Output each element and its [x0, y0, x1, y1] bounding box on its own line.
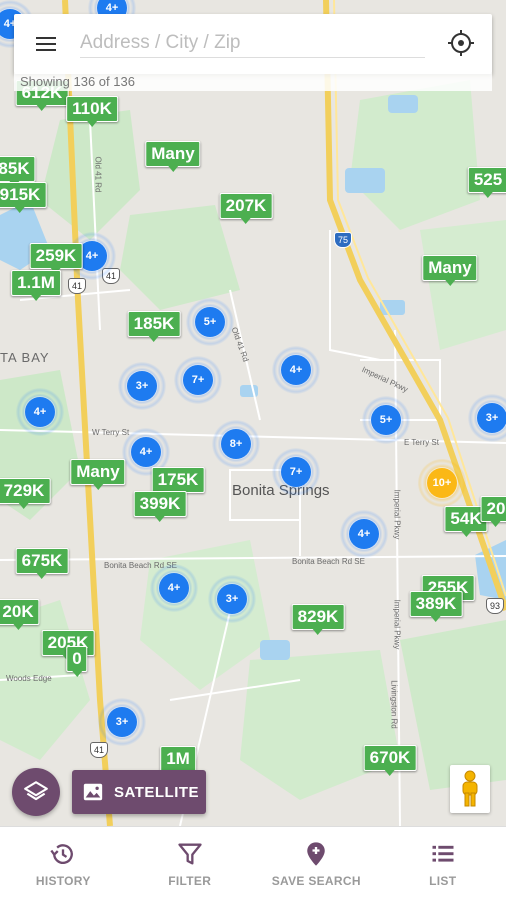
price-marker[interactable]: 829K — [291, 604, 345, 635]
nav-save-search[interactable]: SAVE SEARCH — [253, 827, 380, 900]
results-count: Showing 136 of 136 — [14, 73, 492, 91]
history-icon — [50, 843, 74, 864]
area-label: TA BAY — [0, 350, 50, 365]
price-marker[interactable]: 389K — [409, 591, 463, 622]
cluster-marker[interactable]: 3+ — [98, 698, 146, 746]
nav-history[interactable]: HISTORY — [0, 827, 127, 900]
price-marker[interactable]: 185K — [127, 311, 181, 342]
nav-label: HISTORY — [35, 873, 91, 888]
list-icon — [432, 845, 454, 862]
nav-label: LIST — [429, 873, 457, 888]
cluster-marker[interactable]: 4+ — [272, 346, 320, 394]
price-marker[interactable]: 729K — [0, 478, 51, 509]
price-marker[interactable]: Many — [70, 459, 126, 490]
nav-list[interactable]: LIST — [380, 827, 506, 900]
cluster-marker-orange[interactable]: 10+ — [418, 459, 466, 507]
price-marker[interactable]: 670K — [363, 745, 417, 776]
filter-icon — [178, 843, 202, 864]
cluster-marker[interactable]: 4+ — [16, 388, 64, 436]
road-label: Livingston Rd — [389, 680, 399, 729]
us-41-shield: 41 — [90, 742, 108, 758]
layers-button[interactable] — [12, 768, 60, 816]
price-marker[interactable]: 525 — [467, 167, 506, 198]
price-marker[interactable]: 1.1M — [11, 270, 61, 301]
cluster-marker[interactable]: 8+ — [212, 420, 260, 468]
search-input[interactable] — [80, 28, 425, 58]
price-marker[interactable]: 110K — [66, 96, 118, 127]
search-bar — [14, 14, 492, 74]
price-marker[interactable]: 20 — [480, 496, 506, 527]
cluster-marker[interactable]: 3+ — [118, 362, 166, 410]
price-marker[interactable]: 175K — [151, 467, 205, 498]
save-search-icon — [307, 841, 325, 866]
i-75-shield: 75 — [334, 232, 352, 248]
cluster-marker[interactable]: 5+ — [362, 396, 410, 444]
map-base — [0, 0, 506, 826]
cluster-marker[interactable]: 4+ — [340, 510, 388, 558]
cluster-marker[interactable]: 7+ — [174, 356, 222, 404]
menu-icon[interactable] — [34, 34, 58, 54]
nav-label: SAVE SEARCH — [271, 873, 361, 888]
road-label: E Terry St — [404, 438, 439, 447]
price-marker[interactable]: 675K — [15, 548, 69, 579]
price-marker[interactable]: 0 — [66, 646, 88, 677]
road-label: Imperial Pkwy — [392, 599, 402, 650]
road-label: Woods Edge — [6, 674, 52, 683]
bottom-navigation: HISTORY FILTER SAVE SEARCH LIST — [0, 826, 506, 900]
nav-filter[interactable]: FILTER — [127, 827, 254, 900]
cluster-marker[interactable]: 5+ — [186, 298, 234, 346]
price-marker[interactable]: 20K — [0, 599, 40, 630]
price-marker[interactable]: 207K — [219, 193, 273, 224]
pegman-icon — [462, 770, 478, 807]
route-93-shield: 93 — [486, 598, 504, 614]
price-marker[interactable]: 1M — [160, 746, 196, 777]
road-label: Imperial Pkwy — [392, 489, 402, 540]
price-marker[interactable]: Many — [422, 255, 478, 286]
satellite-button[interactable]: SATELLITE — [72, 770, 206, 814]
layers-icon — [24, 781, 48, 801]
cluster-marker[interactable]: 7+ — [272, 448, 320, 496]
road-label: Old 41 Rd — [93, 156, 103, 193]
my-location-icon[interactable] — [446, 28, 476, 58]
road-label: W Terry St — [92, 428, 130, 437]
nav-label: FILTER — [168, 873, 212, 888]
us-41-shield: 41 — [68, 278, 86, 294]
satellite-label: SATELLITE — [114, 783, 200, 801]
cluster-marker[interactable]: 4+ — [150, 564, 198, 612]
price-marker[interactable]: Many — [145, 141, 201, 172]
price-marker[interactable]: 85K — [0, 156, 36, 187]
image-icon — [83, 783, 103, 801]
map-view[interactable]: Old 41 Rd Old 41 Rd W Terry St E Terry S… — [0, 0, 506, 826]
street-view-button[interactable] — [450, 765, 490, 813]
cluster-marker[interactable]: 3+ — [208, 575, 256, 623]
price-marker[interactable]: 259K — [29, 243, 83, 274]
price-marker[interactable]: 915K — [0, 182, 47, 213]
road-label: Bonita Beach Rd SE — [292, 557, 365, 566]
price-marker[interactable]: 399K — [133, 491, 187, 522]
